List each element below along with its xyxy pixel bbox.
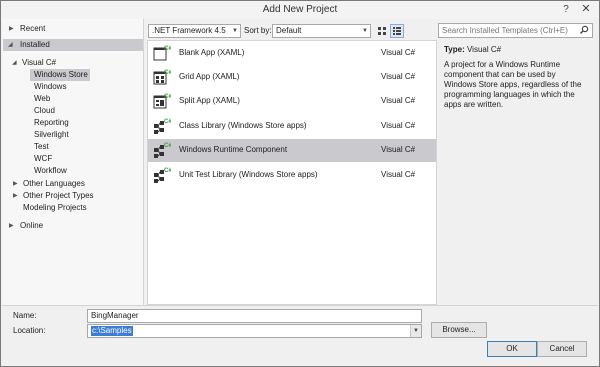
expand-arrow-icon[interactable]: ▶ bbox=[9, 23, 14, 35]
project-name-input[interactable]: BingManager bbox=[87, 309, 422, 323]
cancel-button[interactable]: Cancel bbox=[537, 341, 587, 357]
svg-text:C#: C# bbox=[164, 70, 171, 76]
template-type: Type: Visual C# bbox=[444, 45, 501, 54]
template-category-tree: ▶ Recent ◢ Installed ◢ Visual C# Windows… bbox=[2, 19, 144, 305]
sort-by-label: Sort by: bbox=[244, 26, 272, 35]
template-row-class-library[interactable]: C# Class Library (Windows Store apps) Vi… bbox=[148, 115, 436, 138]
tree-label-visual-csharp: Visual C# bbox=[22, 58, 57, 67]
template-language: Visual C# bbox=[381, 121, 416, 130]
dialog-title: Add New Project bbox=[262, 4, 338, 15]
svg-text:C#: C# bbox=[164, 94, 171, 100]
blank-app-icon: C# bbox=[153, 46, 171, 61]
type-label: Type: bbox=[444, 45, 465, 54]
tree-node-wcf[interactable]: WCF bbox=[34, 153, 52, 165]
ok-button[interactable]: OK bbox=[487, 341, 537, 357]
location-input[interactable]: c:\Samples ▼ bbox=[87, 324, 422, 338]
sort-value: Default bbox=[276, 26, 302, 35]
project-name-value: BingManager bbox=[91, 311, 139, 320]
chevron-down-icon: ▼ bbox=[362, 28, 368, 34]
collapse-arrow-icon[interactable]: ◢ bbox=[12, 57, 17, 69]
project-settings-form: Name: BingManager Location: c:\Samples ▼… bbox=[2, 305, 598, 366]
template-name: Blank App (XAML) bbox=[179, 48, 245, 57]
grid-app-icon: C# bbox=[153, 70, 171, 85]
tree-node-other-languages[interactable]: ▶ Other Languages bbox=[13, 178, 141, 190]
details-view-icon bbox=[393, 27, 401, 35]
tree-label-recent: Recent bbox=[20, 24, 46, 33]
tree-node-other-project-types[interactable]: ▶ Other Project Types bbox=[13, 190, 141, 202]
runtime-component-icon: C# bbox=[154, 143, 171, 158]
tree-label-other-languages: Other Languages bbox=[23, 179, 85, 188]
name-label: Name: bbox=[13, 311, 37, 320]
tree-node-modeling-projects[interactable]: Modeling Projects bbox=[23, 202, 87, 214]
template-row-blank-app[interactable]: C# Blank App (XAML) Visual C# bbox=[148, 42, 436, 65]
sort-by-dropdown[interactable]: Default ▼ bbox=[272, 24, 371, 38]
class-library-icon: C# bbox=[154, 119, 171, 134]
template-language: Visual C# bbox=[381, 72, 416, 81]
location-label: Location: bbox=[13, 326, 46, 335]
split-app-icon: C# bbox=[153, 94, 171, 109]
tree-node-online[interactable]: ▶ Online bbox=[9, 220, 141, 232]
framework-dropdown[interactable]: .NET Framework 4.5 ▼ bbox=[148, 24, 241, 38]
svg-text:C#: C# bbox=[164, 119, 171, 125]
svg-text:C#: C# bbox=[164, 168, 171, 174]
location-value: c:\Samples bbox=[91, 326, 133, 336]
tree-node-visual-csharp[interactable]: ◢ Visual C# bbox=[12, 57, 140, 69]
tree-label: Windows Store bbox=[34, 70, 88, 79]
tree-node-windows[interactable]: Windows bbox=[34, 81, 66, 93]
tree-node-workflow[interactable]: Workflow bbox=[34, 165, 67, 177]
tree-node-windows-store[interactable]: Windows Store bbox=[30, 69, 90, 81]
template-list: C# Blank App (XAML) Visual C# C# Grid Ap… bbox=[147, 40, 437, 305]
tree-node-reporting[interactable]: Reporting bbox=[34, 117, 69, 129]
framework-value: .NET Framework 4.5 bbox=[152, 26, 226, 35]
template-language: Visual C# bbox=[381, 170, 416, 179]
help-button[interactable]: ? bbox=[559, 3, 573, 16]
details-view-button[interactable] bbox=[390, 24, 404, 38]
template-name: Windows Runtime Component bbox=[179, 145, 288, 154]
small-icons-view-icon bbox=[378, 27, 386, 35]
unit-test-icon: C# bbox=[154, 168, 171, 183]
type-value: Visual C# bbox=[466, 45, 502, 54]
collapse-arrow-icon[interactable]: ◢ bbox=[8, 39, 13, 51]
tree-node-recent[interactable]: ▶ Recent bbox=[9, 23, 141, 35]
template-name: Unit Test Library (Windows Store apps) bbox=[179, 170, 318, 179]
small-icons-view-button[interactable] bbox=[375, 24, 389, 38]
close-button[interactable]: ✕ bbox=[579, 3, 593, 16]
search-icon[interactable] bbox=[579, 25, 589, 35]
browse-button[interactable]: Browse... bbox=[431, 322, 487, 338]
template-row-windows-runtime-component[interactable]: C# Windows Runtime Component Visual C# bbox=[148, 139, 436, 162]
title-bar: Add New Project ? ✕ bbox=[1, 1, 599, 19]
template-row-split-app[interactable]: C# Split App (XAML) Visual C# bbox=[148, 90, 436, 113]
template-description: A project for a Windows Runtime componen… bbox=[444, 60, 582, 109]
template-language: Visual C# bbox=[381, 96, 416, 105]
expand-arrow-icon[interactable]: ▶ bbox=[9, 220, 14, 232]
template-details-panel: Search Installed Templates (Ctrl+E) Type… bbox=[438, 23, 598, 305]
expand-arrow-icon[interactable]: ▶ bbox=[13, 190, 18, 202]
svg-text:C#: C# bbox=[164, 143, 171, 149]
template-name: Class Library (Windows Store apps) bbox=[179, 121, 307, 130]
template-language: Visual C# bbox=[381, 145, 416, 154]
tree-node-silverlight[interactable]: Silverlight bbox=[34, 129, 69, 141]
template-language: Visual C# bbox=[381, 48, 416, 57]
search-placeholder: Search Installed Templates (Ctrl+E) bbox=[442, 26, 568, 35]
tree-label-installed: Installed bbox=[20, 40, 50, 49]
add-new-project-dialog: Add New Project ? ✕ ▶ Recent ◢ Installed… bbox=[0, 0, 600, 367]
tree-node-cloud[interactable]: Cloud bbox=[34, 105, 55, 117]
tree-node-installed[interactable]: ◢ Installed bbox=[3, 39, 143, 51]
tree-node-web[interactable]: Web bbox=[34, 93, 50, 105]
svg-text:C#: C# bbox=[164, 46, 171, 52]
template-row-grid-app[interactable]: C# Grid App (XAML) Visual C# bbox=[148, 66, 436, 89]
template-name: Split App (XAML) bbox=[179, 96, 240, 105]
chevron-down-icon: ▼ bbox=[232, 28, 238, 34]
search-templates-input[interactable]: Search Installed Templates (Ctrl+E) bbox=[438, 23, 593, 38]
expand-arrow-icon[interactable]: ▶ bbox=[13, 178, 18, 190]
tree-node-test[interactable]: Test bbox=[34, 141, 49, 153]
tree-label-other-project-types: Other Project Types bbox=[23, 191, 94, 200]
tree-label-online: Online bbox=[20, 221, 44, 230]
template-row-unit-test-library[interactable]: C# Unit Test Library (Windows Store apps… bbox=[148, 164, 436, 187]
chevron-down-icon[interactable]: ▼ bbox=[410, 325, 421, 337]
template-name: Grid App (XAML) bbox=[179, 72, 240, 81]
